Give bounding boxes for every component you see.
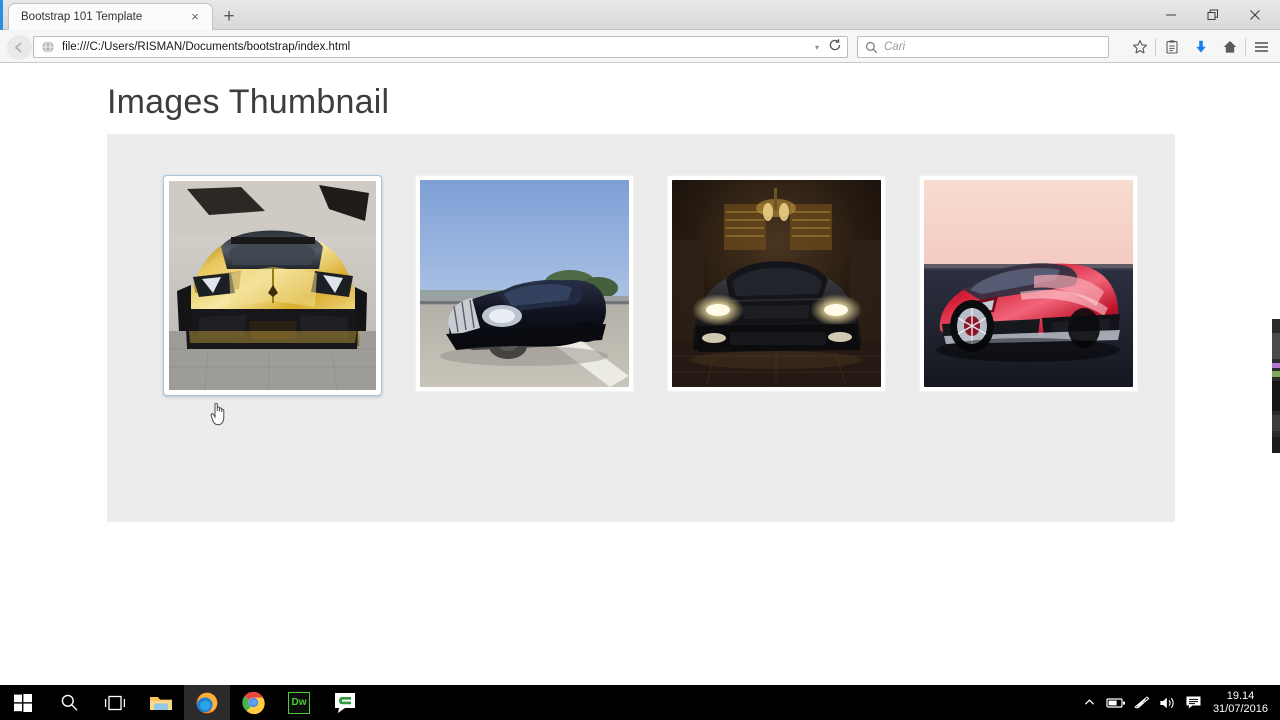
- address-bar[interactable]: file:///C:/Users/RISMAN/Documents/bootst…: [33, 36, 848, 58]
- taskbar-clock[interactable]: 19.14 31/07/2016: [1213, 690, 1268, 716]
- window-restore-button[interactable]: [1192, 0, 1234, 30]
- menu-icon[interactable]: [1247, 33, 1276, 61]
- dreamweaver-icon: Dw: [288, 691, 310, 714]
- wifi-icon[interactable]: [1129, 685, 1155, 720]
- codelobster-button[interactable]: [322, 685, 368, 720]
- window-controls: [1150, 0, 1276, 30]
- screen: Bootstrap 101 Template × + file:///C:/Us…: [0, 0, 1280, 720]
- search-button[interactable]: [46, 685, 92, 720]
- clock-time: 19.14: [1226, 689, 1255, 702]
- task-view-button[interactable]: [92, 685, 138, 720]
- firefox-button[interactable]: [184, 685, 230, 720]
- tab-title: Bootstrap 101 Template: [21, 11, 143, 23]
- clock-date: 31/07/2016: [1212, 702, 1268, 715]
- window-close-button[interactable]: [1234, 0, 1276, 30]
- thumbnail-row: [163, 175, 1171, 396]
- address-bar-actions: ▾: [815, 38, 842, 57]
- url-text: file:///C:/Users/RISMAN/Documents/bootst…: [62, 41, 351, 53]
- toolbar-icons: [1125, 33, 1276, 61]
- start-button[interactable]: [0, 685, 46, 720]
- battery-icon[interactable]: [1103, 685, 1129, 720]
- mouse-cursor-hand: [210, 402, 225, 426]
- taskbar-items: Dw: [0, 685, 368, 720]
- new-tab-button[interactable]: +: [218, 6, 240, 28]
- thumbnail-item[interactable]: [415, 175, 634, 392]
- search-icon: [61, 694, 78, 711]
- page-viewport: Images Thumbnail: [0, 63, 1280, 685]
- chrome-icon: [241, 691, 265, 714]
- task-view-icon: [104, 695, 126, 710]
- windows-logo-icon: [14, 693, 32, 712]
- thumbnail-panel: [107, 134, 1175, 522]
- show-hidden-icons-button[interactable]: [1077, 685, 1103, 720]
- thumbnail-item[interactable]: [919, 175, 1138, 392]
- home-icon[interactable]: [1215, 33, 1244, 61]
- volume-icon[interactable]: [1155, 685, 1181, 720]
- thumbnail-image-chrysler-showroom: [672, 180, 881, 387]
- page-title: Images Thumbnail: [107, 83, 390, 121]
- toolbar-divider: [1155, 38, 1156, 56]
- tab-close-icon[interactable]: ×: [188, 10, 202, 24]
- page-globe-icon: [41, 40, 55, 54]
- taskbar: Dw 19.14 31/07/2016: [0, 685, 1280, 720]
- thumbnail-image-red-sports-car: [924, 180, 1133, 387]
- system-tray: 19.14 31/07/2016: [1077, 685, 1280, 720]
- firefox-icon: [196, 692, 218, 713]
- chrome-button[interactable]: [230, 685, 276, 720]
- thumbnail-image-gold-lamborghini: [169, 181, 376, 390]
- toolbar-divider-2: [1245, 38, 1246, 56]
- reload-icon[interactable]: [828, 38, 842, 57]
- reading-list-icon[interactable]: [1157, 33, 1186, 61]
- action-center-icon[interactable]: [1181, 685, 1207, 720]
- window-minimize-button[interactable]: [1150, 0, 1192, 30]
- thumbnail-image-maybach-exelero: [420, 180, 629, 387]
- dreamweaver-button[interactable]: Dw: [276, 685, 322, 720]
- file-explorer-button[interactable]: [138, 685, 184, 720]
- search-icon: [865, 41, 878, 54]
- thumbnail-item[interactable]: [667, 175, 886, 392]
- browser-tab[interactable]: Bootstrap 101 Template ×: [8, 3, 213, 30]
- chevron-down-icon[interactable]: ▾: [815, 43, 819, 52]
- back-arrow-icon: [6, 34, 32, 60]
- tab-strip: Bootstrap 101 Template × +: [0, 0, 1280, 30]
- folder-icon: [150, 696, 172, 710]
- back-button[interactable]: [4, 33, 34, 61]
- window-accent-edge: [0, 0, 3, 30]
- search-bar[interactable]: Cari: [857, 36, 1109, 58]
- app-c-icon: [335, 692, 355, 713]
- thumbnail-item[interactable]: [163, 175, 382, 396]
- bookmark-star-icon[interactable]: [1125, 33, 1154, 61]
- search-input[interactable]: Cari: [884, 41, 905, 53]
- downloads-icon[interactable]: [1186, 33, 1215, 61]
- browser-chrome: Bootstrap 101 Template × + file:///C:/Us…: [0, 0, 1280, 63]
- background-window-sliver: [1272, 319, 1280, 453]
